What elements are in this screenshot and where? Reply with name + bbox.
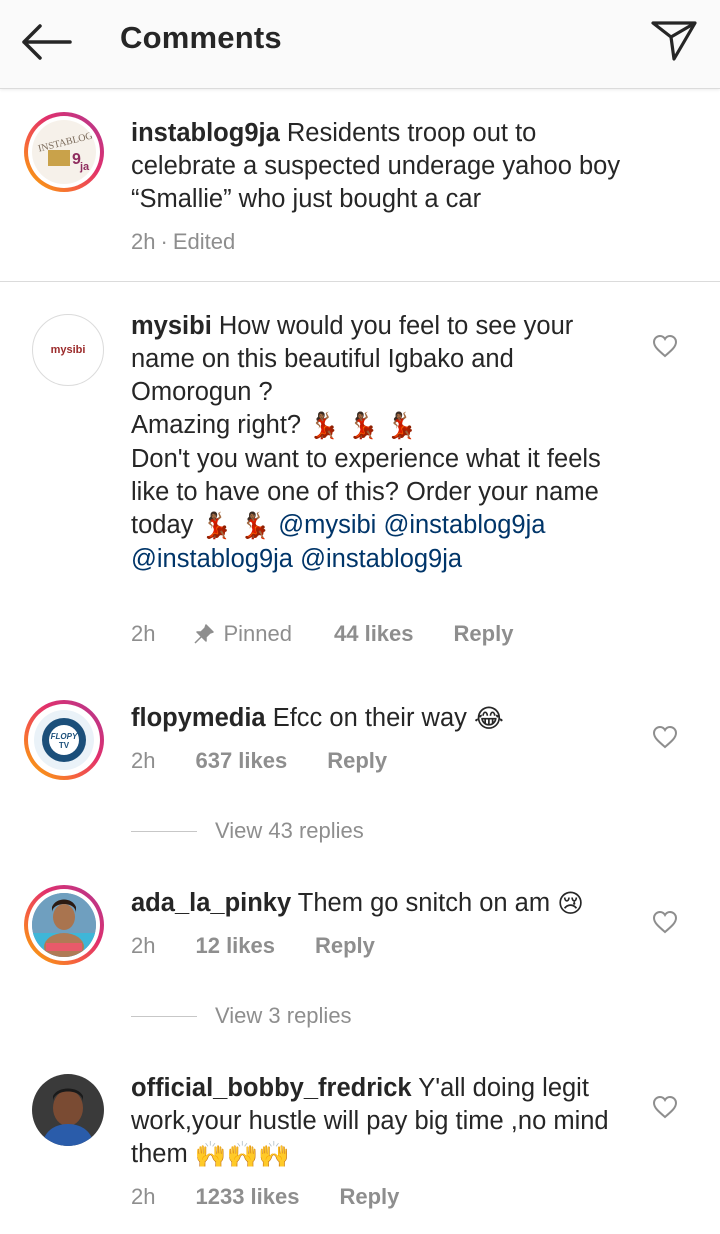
view-replies-button[interactable]: View 43 replies <box>131 818 364 844</box>
comment-meta: 2h 1233 likes Reply <box>131 1184 399 1210</box>
instablog9ja-logo: INSTABLOG 9 ja <box>32 120 96 184</box>
comment-username[interactable]: ada_la_pinky <box>131 889 291 917</box>
divider-line <box>131 830 197 832</box>
comment-username[interactable]: mysibi <box>131 312 212 340</box>
paper-plane-icon <box>651 21 697 61</box>
post-caption: INSTABLOG 9 ja instablog9ja Residents tr… <box>0 89 720 282</box>
arrow-left-icon <box>22 24 72 60</box>
view-replies-button[interactable]: View 3 replies <box>131 1003 352 1029</box>
comment-avatar[interactable]: mysibi <box>32 314 104 386</box>
divider-line <box>131 1015 197 1017</box>
mention-link[interactable]: @instablog9ja <box>131 545 293 573</box>
profile-photo <box>32 1074 104 1146</box>
reply-button[interactable]: Reply <box>339 1184 399 1210</box>
comment-body: Efcc on their way <box>272 704 467 732</box>
likes-count[interactable]: 12 likes <box>195 933 275 959</box>
comment-body: Amazing right? <box>131 411 302 439</box>
svg-text:ja: ja <box>79 161 90 173</box>
svg-text:FLOPY: FLOPY <box>51 732 78 741</box>
caption-text: instablog9ja Residents troop out to cele… <box>131 117 626 216</box>
comment-text: official_bobby_fredrick Y'all doing legi… <box>131 1072 626 1172</box>
view-replies-label: View 43 replies <box>215 818 364 843</box>
caption-avatar[interactable]: INSTABLOG 9 ja <box>24 112 104 192</box>
mention-link[interactable]: @instablog9ja <box>300 545 462 573</box>
comment-text: flopymedia Efcc on their way 😂 <box>131 702 626 736</box>
comment-text: mysibi How would you feel to see your na… <box>131 310 626 576</box>
like-heart-icon[interactable] <box>652 910 678 934</box>
like-heart-icon[interactable] <box>652 1095 678 1119</box>
likes-count[interactable]: 637 likes <box>195 748 287 774</box>
dancer-emoji: 💃🏾 <box>308 411 340 440</box>
like-heart-icon[interactable] <box>652 725 678 749</box>
reply-button[interactable]: Reply <box>454 621 514 647</box>
pinned-label: Pinned <box>223 621 292 646</box>
dancer-emoji: 💃🏾 <box>347 411 379 440</box>
top-bar: Comments <box>0 0 720 89</box>
comment-avatar[interactable] <box>32 1074 104 1146</box>
profile-photo <box>32 893 96 957</box>
mention-link[interactable]: @instablog9ja <box>383 511 545 539</box>
back-button[interactable] <box>14 18 78 66</box>
comment-avatar[interactable] <box>24 885 104 965</box>
caption-meta: 2h · Edited <box>131 229 235 255</box>
crying-face-emoji: 😢 <box>557 889 584 918</box>
comment-time: 2h <box>131 1184 156 1209</box>
comment-username[interactable]: flopymedia <box>131 704 266 732</box>
comment-meta: 2h 12 likes Reply <box>131 933 375 959</box>
comment-time: 2h <box>131 748 156 773</box>
likes-count[interactable]: 44 likes <box>334 621 414 647</box>
comment-username[interactable]: official_bobby_fredrick <box>131 1074 412 1102</box>
likes-count[interactable]: 1233 likes <box>195 1184 299 1210</box>
dancer-emoji: 💃🏾 <box>239 511 272 540</box>
tears-of-joy-emoji: 😂 <box>473 704 504 733</box>
dancer-emoji: 💃🏾 <box>385 411 418 440</box>
like-heart-icon[interactable] <box>652 334 678 358</box>
reply-button[interactable]: Reply <box>327 748 387 774</box>
comment-meta: 2h Pinned 44 likes Reply <box>131 621 513 647</box>
flopy-tv-logo: FLOPY TV <box>34 710 94 770</box>
dot-separator: · <box>160 229 168 254</box>
comment-time: 2h <box>131 621 156 646</box>
pin-icon <box>193 623 215 645</box>
edited-label: Edited <box>172 229 236 254</box>
page-title: Comments <box>120 20 282 55</box>
svg-text:TV: TV <box>59 741 70 750</box>
view-replies-label: View 3 replies <box>215 1003 352 1028</box>
comment-avatar[interactable]: FLOPY TV <box>24 700 104 780</box>
caption-time: 2h <box>131 229 156 254</box>
dancer-emoji: 💃🏾 <box>200 511 233 540</box>
comment-text: ada_la_pinky Them go snitch on am 😢 <box>131 887 626 921</box>
raising-hands-emoji: 🙌🙌🙌 <box>194 1140 291 1169</box>
reply-button[interactable]: Reply <box>315 933 375 959</box>
comment-meta: 2h 637 likes Reply <box>131 748 387 774</box>
mysibi-logo: mysibi <box>50 344 86 356</box>
caption-username[interactable]: instablog9ja <box>131 119 280 147</box>
comment-time: 2h <box>131 933 156 958</box>
direct-message-button[interactable] <box>646 14 702 68</box>
comment-body: Them go snitch on am <box>297 889 551 917</box>
mention-link[interactable]: @mysibi <box>278 511 376 539</box>
